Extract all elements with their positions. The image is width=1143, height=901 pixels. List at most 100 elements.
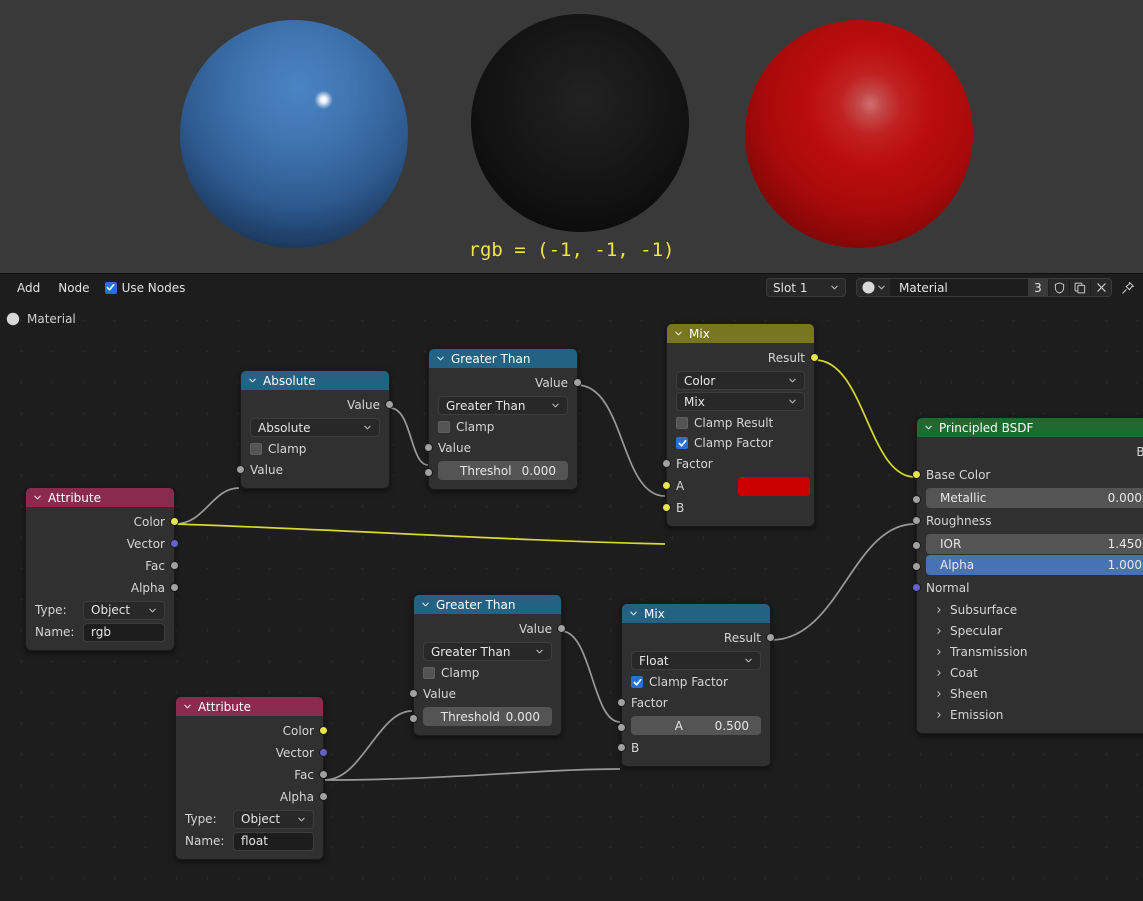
socket-value-in[interactable] bbox=[236, 465, 245, 474]
node-attribute-float[interactable]: Attribute Color Vector Fac Alpha Type: O… bbox=[175, 696, 328, 860]
checkbox-icon[interactable] bbox=[631, 676, 643, 688]
node-header[interactable]: Mix bbox=[667, 324, 814, 343]
socket-factor-in[interactable] bbox=[662, 459, 671, 468]
output-result[interactable]: Result bbox=[622, 627, 775, 649]
input-factor[interactable]: Factor bbox=[662, 453, 814, 475]
socket-value-out[interactable] bbox=[573, 378, 582, 387]
socket-threshold-in[interactable] bbox=[424, 468, 433, 477]
threshold-field[interactable]: Threshold 0.000 bbox=[423, 707, 552, 726]
socket-fac-out[interactable] bbox=[170, 561, 179, 570]
node-greater-than-bottom[interactable]: Greater Than Value Greater Than Clamp Va… bbox=[409, 594, 566, 736]
alpha-slider[interactable]: Alpha 1.000 bbox=[926, 555, 1143, 575]
socket-base-color-in[interactable] bbox=[912, 469, 921, 479]
socket-alpha-out[interactable] bbox=[319, 792, 328, 801]
output-vector[interactable]: Vector bbox=[176, 742, 328, 764]
material-user-count[interactable]: 3 bbox=[1027, 279, 1048, 296]
panel-subsurface[interactable]: Subsurface bbox=[917, 600, 1143, 621]
clamp-toggle[interactable]: Clamp bbox=[429, 417, 577, 437]
node-attribute-rgb[interactable]: Attribute Color Vector Fac Alpha Type: O… bbox=[25, 487, 179, 651]
math-operation-dropdown[interactable]: Greater Than bbox=[438, 396, 568, 415]
socket-roughness-in[interactable] bbox=[912, 515, 921, 525]
checkbox-icon[interactable] bbox=[676, 417, 688, 429]
output-color[interactable]: Color bbox=[176, 720, 328, 742]
input-value[interactable]: Value bbox=[409, 683, 561, 705]
chevron-down-icon[interactable] bbox=[33, 493, 42, 502]
input-factor[interactable]: Factor bbox=[617, 692, 770, 714]
use-nodes-toggle[interactable]: Use Nodes bbox=[104, 281, 185, 295]
menu-add[interactable]: Add bbox=[8, 278, 49, 298]
panel-emission[interactable]: Emission bbox=[917, 705, 1143, 726]
node-principled-bsdf[interactable]: Principled BSDF BS Base Color Metallic 0… bbox=[912, 417, 1143, 734]
output-alpha[interactable]: Alpha bbox=[176, 786, 328, 808]
input-b[interactable]: B bbox=[662, 497, 814, 519]
socket-b-in[interactable] bbox=[617, 743, 626, 752]
socket-a-in[interactable] bbox=[617, 723, 626, 732]
socket-color-out[interactable] bbox=[319, 726, 328, 735]
socket-value-out[interactable] bbox=[385, 400, 394, 409]
panel-coat[interactable]: Coat bbox=[917, 663, 1143, 684]
panel-specular[interactable]: Specular bbox=[917, 621, 1143, 642]
socket-value-in[interactable] bbox=[409, 689, 418, 698]
material-name-field[interactable]: Material bbox=[891, 279, 1027, 296]
node-header[interactable]: Attribute bbox=[176, 697, 323, 716]
slot-dropdown[interactable]: Slot 1 bbox=[766, 278, 846, 297]
input-b[interactable]: B bbox=[617, 737, 770, 759]
node-header[interactable]: Absolute bbox=[241, 371, 389, 390]
blend-mode-dropdown[interactable]: Mix bbox=[676, 392, 805, 411]
chevron-down-icon[interactable] bbox=[436, 354, 445, 363]
socket-vector-out[interactable] bbox=[319, 748, 328, 757]
output-alpha[interactable]: Alpha bbox=[26, 577, 179, 599]
node-absolute[interactable]: Absolute Value Absolute Clamp Value bbox=[236, 370, 394, 489]
socket-color-out[interactable] bbox=[170, 517, 179, 526]
clamp-toggle[interactable]: Clamp bbox=[241, 439, 389, 459]
chevron-down-icon[interactable] bbox=[421, 600, 430, 609]
checkbox-icon[interactable] bbox=[676, 437, 688, 449]
data-type-dropdown[interactable]: Color bbox=[676, 371, 805, 390]
socket-b-in[interactable] bbox=[662, 503, 671, 512]
output-value[interactable]: Value bbox=[414, 618, 566, 640]
checkbox-icon[interactable] bbox=[423, 667, 435, 679]
input-a[interactable]: A bbox=[662, 475, 814, 497]
fake-user-button[interactable] bbox=[1048, 279, 1069, 296]
viewport-3d[interactable]: rgb = (-1, -1, -1) bbox=[0, 0, 1143, 273]
node-editor-canvas[interactable]: Material Attribute Color Vector Fac Alph… bbox=[0, 301, 1143, 901]
math-operation-dropdown[interactable]: Greater Than bbox=[423, 642, 552, 661]
chevron-down-icon[interactable] bbox=[629, 609, 638, 618]
attribute-type-dropdown[interactable]: Object bbox=[83, 600, 165, 620]
node-header[interactable]: Greater Than bbox=[429, 349, 577, 368]
socket-result-out[interactable] bbox=[810, 353, 819, 362]
attribute-type-dropdown[interactable]: Object bbox=[233, 809, 314, 829]
input-base-color[interactable]: Base Color bbox=[912, 463, 1143, 486]
node-header[interactable]: Attribute bbox=[26, 488, 174, 507]
attribute-name-input[interactable]: float bbox=[233, 831, 314, 851]
output-vector[interactable]: Vector bbox=[26, 533, 179, 555]
color-swatch-a[interactable] bbox=[738, 476, 810, 496]
input-value[interactable]: Value bbox=[424, 437, 577, 459]
socket-a-in[interactable] bbox=[662, 481, 671, 490]
clamp-factor-toggle[interactable]: Clamp Factor bbox=[622, 672, 770, 692]
output-value[interactable]: Value bbox=[429, 372, 582, 394]
chevron-down-icon[interactable] bbox=[674, 329, 683, 338]
input-roughness[interactable]: Roughness bbox=[912, 509, 1143, 532]
node-mix-float[interactable]: Mix Result Float Clamp Factor Factor A 0… bbox=[617, 603, 775, 767]
socket-ior-in[interactable] bbox=[912, 540, 921, 550]
input-normal[interactable]: Normal bbox=[912, 577, 1143, 600]
socket-alpha-out[interactable] bbox=[170, 583, 179, 592]
metallic-slider[interactable]: Metallic 0.000 bbox=[926, 487, 1143, 508]
node-header[interactable]: Mix bbox=[622, 604, 770, 623]
output-fac[interactable]: Fac bbox=[176, 764, 328, 786]
checkbox-icon[interactable] bbox=[250, 443, 262, 455]
menu-node[interactable]: Node bbox=[49, 278, 98, 298]
clamp-toggle[interactable]: Clamp bbox=[414, 663, 561, 683]
socket-vector-out[interactable] bbox=[170, 539, 179, 548]
input-value[interactable]: Value bbox=[236, 459, 389, 481]
socket-fac-out[interactable] bbox=[319, 770, 328, 779]
clamp-factor-toggle[interactable]: Clamp Factor bbox=[667, 433, 814, 453]
output-value[interactable]: Value bbox=[241, 394, 394, 416]
chevron-down-icon[interactable] bbox=[248, 376, 257, 385]
data-type-dropdown[interactable]: Float bbox=[631, 651, 761, 670]
node-header[interactable]: Principled BSDF bbox=[917, 418, 1143, 437]
chevron-down-icon[interactable] bbox=[924, 423, 933, 432]
node-greater-than-top[interactable]: Greater Than Value Greater Than Clamp Va… bbox=[424, 348, 582, 490]
a-field[interactable]: A 0.500 bbox=[631, 716, 761, 735]
